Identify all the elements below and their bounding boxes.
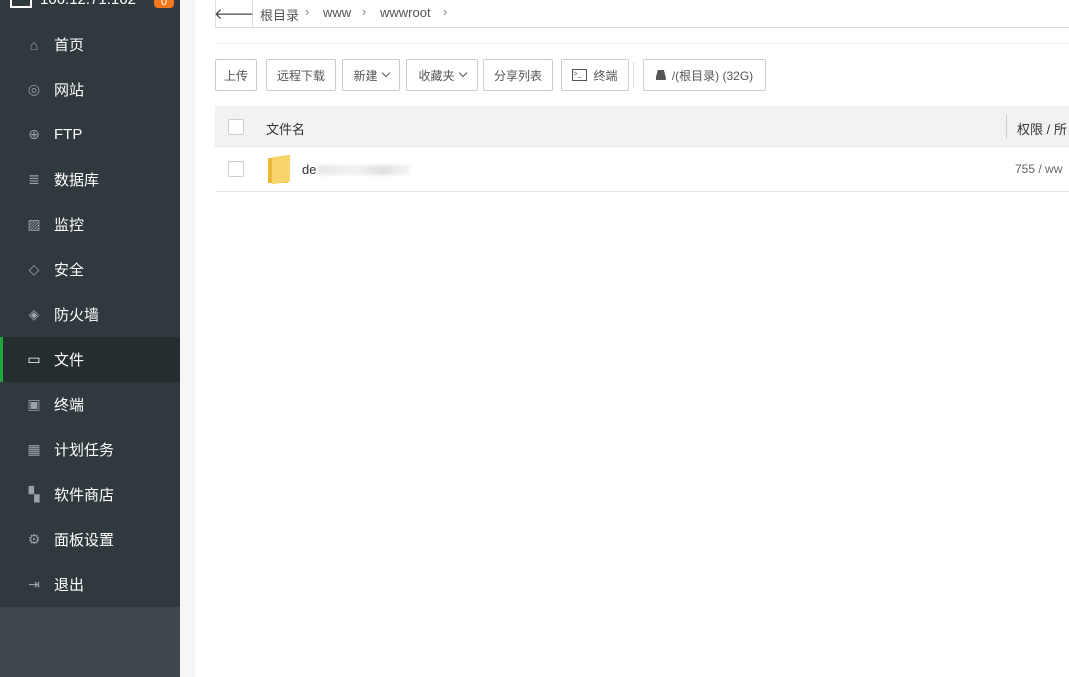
breadcrumb-wwwroot[interactable]: wwwroot	[380, 5, 431, 20]
terminal-button[interactable]: >_ 终端	[561, 59, 629, 91]
chevron-right-icon: ›	[305, 4, 310, 19]
apps-icon: ▚	[28, 486, 40, 502]
chevron-down-icon	[458, 68, 467, 78]
terminal-label: 终端	[593, 68, 618, 83]
new-label: 新建	[353, 68, 378, 83]
sidebar-item-label: 退出	[54, 577, 85, 594]
sidebar-item-6[interactable]: ◈ 防火墙	[0, 292, 180, 337]
server-icon	[10, 0, 32, 8]
sidebar-item-2[interactable]: ⊕ FTP	[0, 112, 180, 157]
path-bar: 🡐 根目录 › www › wwwroot ›	[213, 0, 1069, 28]
calendar-icon: ▦	[27, 441, 41, 457]
upload-button[interactable]: 上传	[215, 59, 257, 91]
disk-icon	[655, 70, 666, 80]
sidebar-item-7[interactable]: ▭ 文件	[0, 337, 180, 382]
remote-download-button[interactable]: 远程下载	[266, 59, 336, 91]
sidebar-item-1[interactable]: ◎ 网站	[0, 67, 180, 112]
sidebar-item-label: 面板设置	[54, 532, 115, 549]
new-dropdown-button[interactable]: 新建	[342, 59, 400, 91]
ftp-icon: ⊕	[28, 126, 40, 142]
database-icon: ≣	[28, 171, 40, 187]
remote-download-label: 远程下载	[276, 68, 325, 83]
share-list-button[interactable]: 分享列表	[483, 59, 553, 91]
arrow-left-icon: 🡐	[213, 6, 255, 23]
file-manager: 🡐 根目录 › www › wwwroot › 上传 远程下载 新建 收藏夹 分…	[195, 0, 1069, 677]
sidebar: 106.12.71.162 0 ⌂ 首页 ◎ 网站 ⊕ FTP ≣ 数据库 ▨ 监控 ◇ 安全 ◈ 防火墙…	[0, 0, 180, 677]
sidebar-item-label: FTP	[54, 126, 83, 143]
sidebar-item-3[interactable]: ≣ 数据库	[0, 157, 180, 202]
sidebar-item-label: 文件	[54, 352, 85, 369]
sidebar-item-label: 数据库	[54, 172, 100, 189]
favorites-label: 收藏夹	[418, 68, 455, 83]
sidebar-menu: ⌂ 首页 ◎ 网站 ⊕ FTP ≣ 数据库 ▨ 监控 ◇ 安全 ◈ 防火墙 ▭ 文件 ▣ 终端 ▦ 计划任务 ▚ 软件商店…	[0, 22, 180, 607]
column-divider	[1006, 115, 1007, 139]
file-permission[interactable]: 755 / ww	[1015, 162, 1062, 176]
home-icon: ⌂	[29, 36, 39, 53]
table-header: 文件名 权限 / 所	[215, 106, 1069, 147]
sidebar-item-label: 软件商店	[54, 487, 115, 504]
column-filename[interactable]: 文件名	[266, 119, 305, 138]
breadcrumb-www[interactable]: www	[323, 5, 351, 20]
back-button[interactable]: 🡐	[213, 0, 255, 27]
sidebar-item-0[interactable]: ⌂ 首页	[0, 22, 180, 67]
gear-icon: ⚙	[27, 531, 41, 547]
file-name[interactable]: de	[302, 162, 316, 177]
upload-label: 上传	[223, 68, 248, 83]
chevron-down-icon	[381, 68, 390, 78]
sidebar-item-label: 计划任务	[54, 442, 115, 459]
share-list-label: 分享列表	[493, 68, 542, 83]
server-header: 106.12.71.162 0	[0, 0, 180, 22]
sidebar-item-label: 监控	[54, 217, 85, 234]
sidebar-item-12[interactable]: ⇥ 退出	[0, 562, 180, 607]
chevron-right-icon: ›	[443, 4, 448, 19]
server-ip: 106.12.71.162	[40, 0, 136, 8]
sidebar-item-label: 首页	[54, 37, 85, 54]
terminal-icon: >_	[572, 69, 588, 81]
logout-icon: ⇥	[28, 576, 40, 592]
sidebar-item-label: 防火墙	[54, 307, 100, 324]
sidebar-item-11[interactable]: ⚙ 面板设置	[0, 517, 180, 562]
sidebar-item-4[interactable]: ▨ 监控	[0, 202, 180, 247]
notification-badge[interactable]: 0	[154, 0, 174, 8]
column-permission[interactable]: 权限 / 所	[1017, 119, 1067, 138]
sidebar-item-10[interactable]: ▚ 软件商店	[0, 472, 180, 517]
sidebar-item-9[interactable]: ▦ 计划任务	[0, 427, 180, 472]
toolbar-divider	[633, 62, 634, 88]
folder-icon: ▭	[27, 351, 41, 367]
shield-icon: ◇	[28, 261, 40, 277]
sidebar-item-label: 终端	[54, 397, 85, 414]
firewall-icon: ◈	[28, 306, 40, 322]
redacted-name	[318, 165, 410, 175]
folder-icon	[268, 154, 290, 185]
chevron-right-icon: ›	[362, 4, 367, 19]
sidebar-item-5[interactable]: ◇ 安全	[0, 247, 180, 292]
sidebar-item-label: 安全	[54, 262, 85, 279]
sidebar-item-8[interactable]: ▣ 终端	[0, 382, 180, 427]
table-row[interactable]: de 755 / ww	[215, 147, 1069, 192]
breadcrumb-root[interactable]: 根目录	[260, 5, 299, 24]
terminal-icon: ▣	[27, 396, 41, 412]
sidebar-item-label: 网站	[54, 82, 85, 99]
gutter	[180, 0, 195, 677]
favorites-dropdown-button[interactable]: 收藏夹	[406, 59, 478, 91]
disk-label: /(根目录) (32G)	[671, 68, 754, 83]
monitor-icon: ▨	[27, 216, 41, 232]
row-checkbox[interactable]	[228, 161, 244, 177]
disk-button[interactable]: /(根目录) (32G)	[643, 59, 766, 91]
globe-icon: ◎	[27, 81, 41, 97]
select-all-checkbox[interactable]	[228, 119, 244, 135]
divider	[215, 43, 1069, 44]
